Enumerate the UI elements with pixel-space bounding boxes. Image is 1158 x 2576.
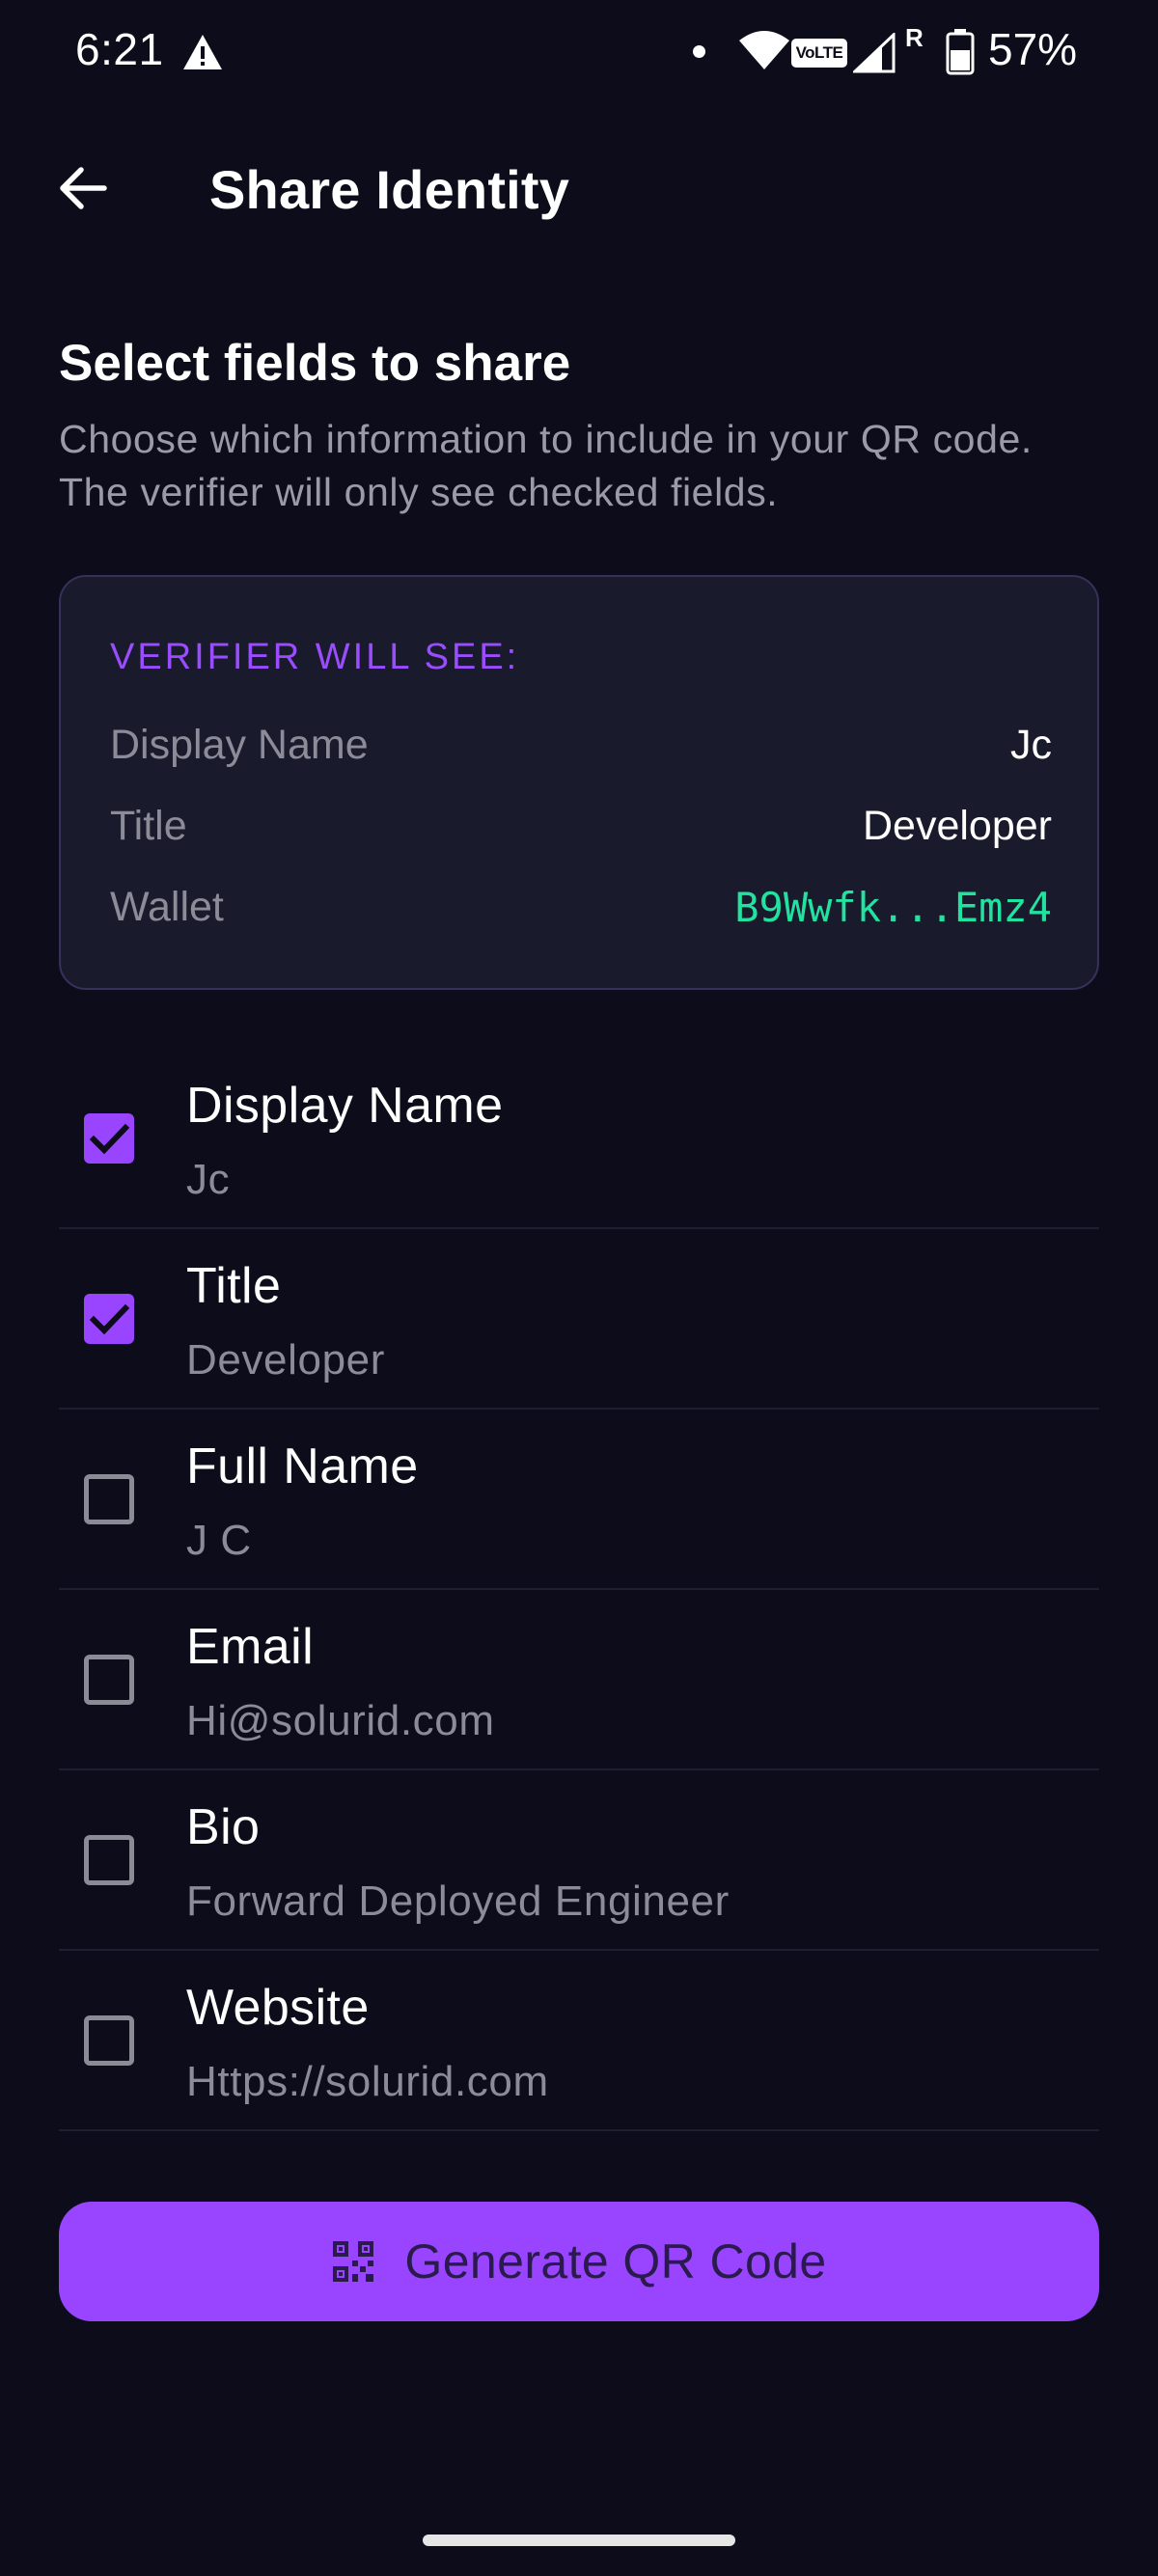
field-value: Jc: [186, 1156, 231, 1203]
generate-qr-label: Generate QR Code: [404, 2234, 827, 2288]
field-row-bio[interactable]: Bio Forward Deployed Engineer: [59, 1771, 1099, 1951]
field-row-full-name[interactable]: Full Name J C: [59, 1411, 1099, 1590]
dot-icon: [693, 45, 705, 58]
preview-key: Wallet: [110, 884, 224, 930]
field-value: Developer: [186, 1336, 385, 1384]
checkbox-email[interactable]: [84, 1655, 134, 1705]
field-label: Title: [186, 1258, 282, 1314]
field-label: Bio: [186, 1799, 261, 1855]
preview-value: Developer: [863, 803, 1052, 849]
roaming-indicator: R: [905, 23, 924, 52]
field-row-email[interactable]: Email Hi@solurid.com: [59, 1591, 1099, 1770]
share-identity-screen: 6:21 VoLTE R 57% Share Identity Select f…: [0, 0, 1158, 2576]
wallet-address: B9Wwfk...Emz4: [734, 884, 1052, 931]
preview-value: Jc: [1010, 722, 1052, 768]
verifier-preview-card: VERIFIER WILL SEE: Display Name Jc Title…: [59, 575, 1099, 990]
field-label: Website: [186, 1980, 370, 2036]
battery-percent: 57%: [988, 24, 1078, 74]
preview-row-title: Title Developer: [110, 803, 1052, 861]
home-indicator[interactable]: [423, 2535, 735, 2546]
status-bar: 6:21 VoLTE R 57%: [0, 0, 1158, 106]
field-label: Email: [186, 1619, 315, 1675]
volte-icon: VoLTE: [791, 39, 847, 68]
checkbox-bio[interactable]: [84, 1835, 134, 1885]
checkmark-icon: [89, 1123, 130, 1155]
field-row-display-name[interactable]: Display Name Jc: [59, 1050, 1099, 1229]
battery-icon: [946, 29, 975, 75]
field-label: Full Name: [186, 1439, 419, 1494]
arrow-left-icon: [60, 167, 107, 209]
signal-icon: [853, 33, 896, 73]
field-row-title[interactable]: Title Developer: [59, 1230, 1099, 1410]
checkbox-display-name[interactable]: [84, 1113, 134, 1164]
status-time: 6:21: [75, 24, 164, 74]
back-button[interactable]: [48, 154, 116, 222]
qr-code-icon: [333, 2241, 374, 2282]
field-label: Display Name: [186, 1078, 504, 1134]
page-title: Share Identity: [209, 159, 570, 220]
field-row-website[interactable]: Website Https://solurid.com: [59, 1952, 1099, 2131]
checkmark-icon: [89, 1303, 130, 1335]
checkbox-title[interactable]: [84, 1294, 134, 1344]
preview-key: Display Name: [110, 722, 369, 768]
section-heading: Select fields to share: [59, 335, 571, 392]
preview-key: Title: [110, 803, 187, 849]
preview-row-display-name: Display Name Jc: [110, 722, 1052, 780]
preview-label: VERIFIER WILL SEE:: [110, 637, 520, 677]
field-value: Forward Deployed Engineer: [186, 1877, 730, 1925]
checkbox-website[interactable]: [84, 2015, 134, 2066]
field-value: J C: [186, 1517, 252, 1564]
preview-row-wallet: Wallet B9Wwfk...Emz4: [110, 884, 1052, 942]
section-description: Choose which information to include in y…: [59, 417, 1033, 514]
generate-qr-button[interactable]: Generate QR Code: [59, 2202, 1099, 2321]
field-value: Https://solurid.com: [186, 2058, 549, 2105]
alert-icon: [183, 35, 222, 69]
checkbox-full-name[interactable]: [84, 1474, 134, 1524]
wifi-icon: [739, 31, 789, 69]
field-value: Hi@solurid.com: [186, 1697, 495, 1744]
